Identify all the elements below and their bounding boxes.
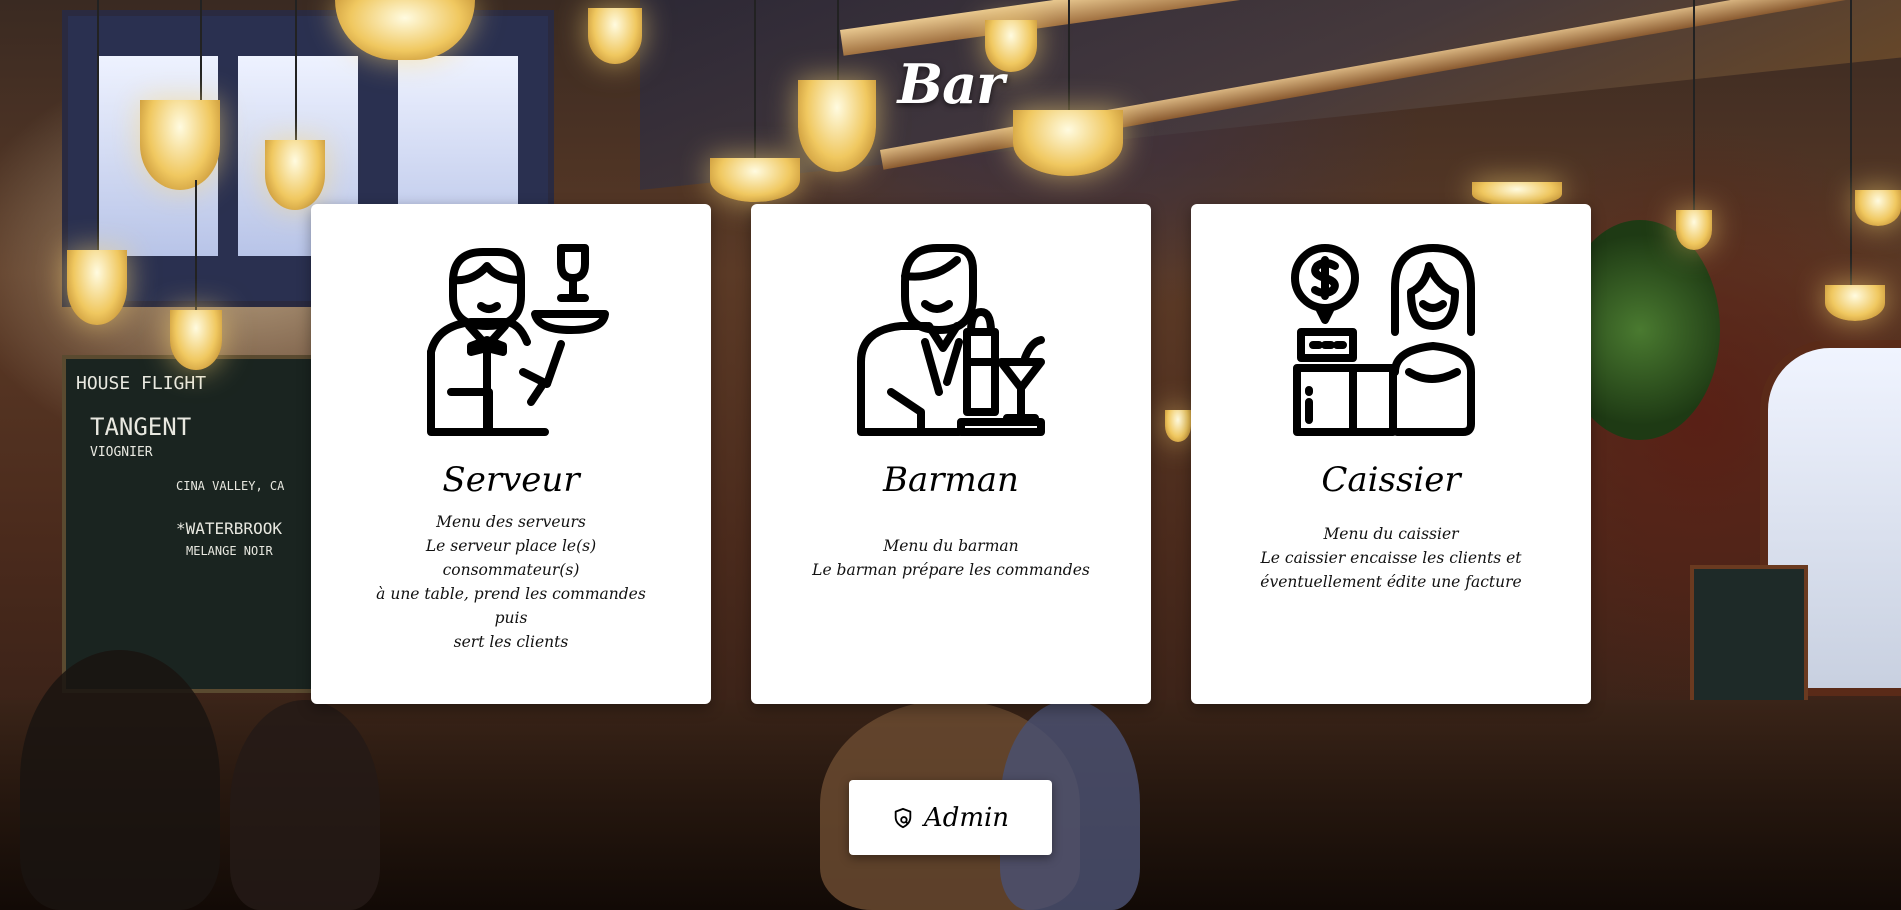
waiter-icon: [427, 244, 609, 436]
card-serveur[interactable]: Serveur Menu des serveurs Le serveur pla…: [311, 204, 711, 704]
bartender-icon: [857, 244, 1045, 436]
card-title: Caissier: [1321, 460, 1461, 500]
page-title: Bar: [897, 52, 1004, 116]
card-title: Barman: [883, 460, 1019, 500]
cashier-icon: [1291, 244, 1475, 436]
admin-button[interactable]: Admin: [849, 780, 1052, 855]
card-description: Menu du barman Le barman prépare les com…: [812, 537, 1090, 579]
card-description: Menu du caissier Le caissier encaisse le…: [1260, 525, 1522, 591]
card-description: Menu des serveurs Le serveur place le(s)…: [376, 513, 646, 651]
role-cards: Serveur Menu des serveurs Le serveur pla…: [311, 204, 1591, 704]
card-caissier[interactable]: Caissier Menu du caissier Le caissier en…: [1191, 204, 1591, 704]
admin-button-label: Admin: [923, 802, 1010, 833]
card-barman[interactable]: Barman Menu du barman Le barman prépare …: [751, 204, 1151, 704]
shield-icon: [894, 807, 912, 828]
card-title: Serveur: [442, 460, 580, 500]
